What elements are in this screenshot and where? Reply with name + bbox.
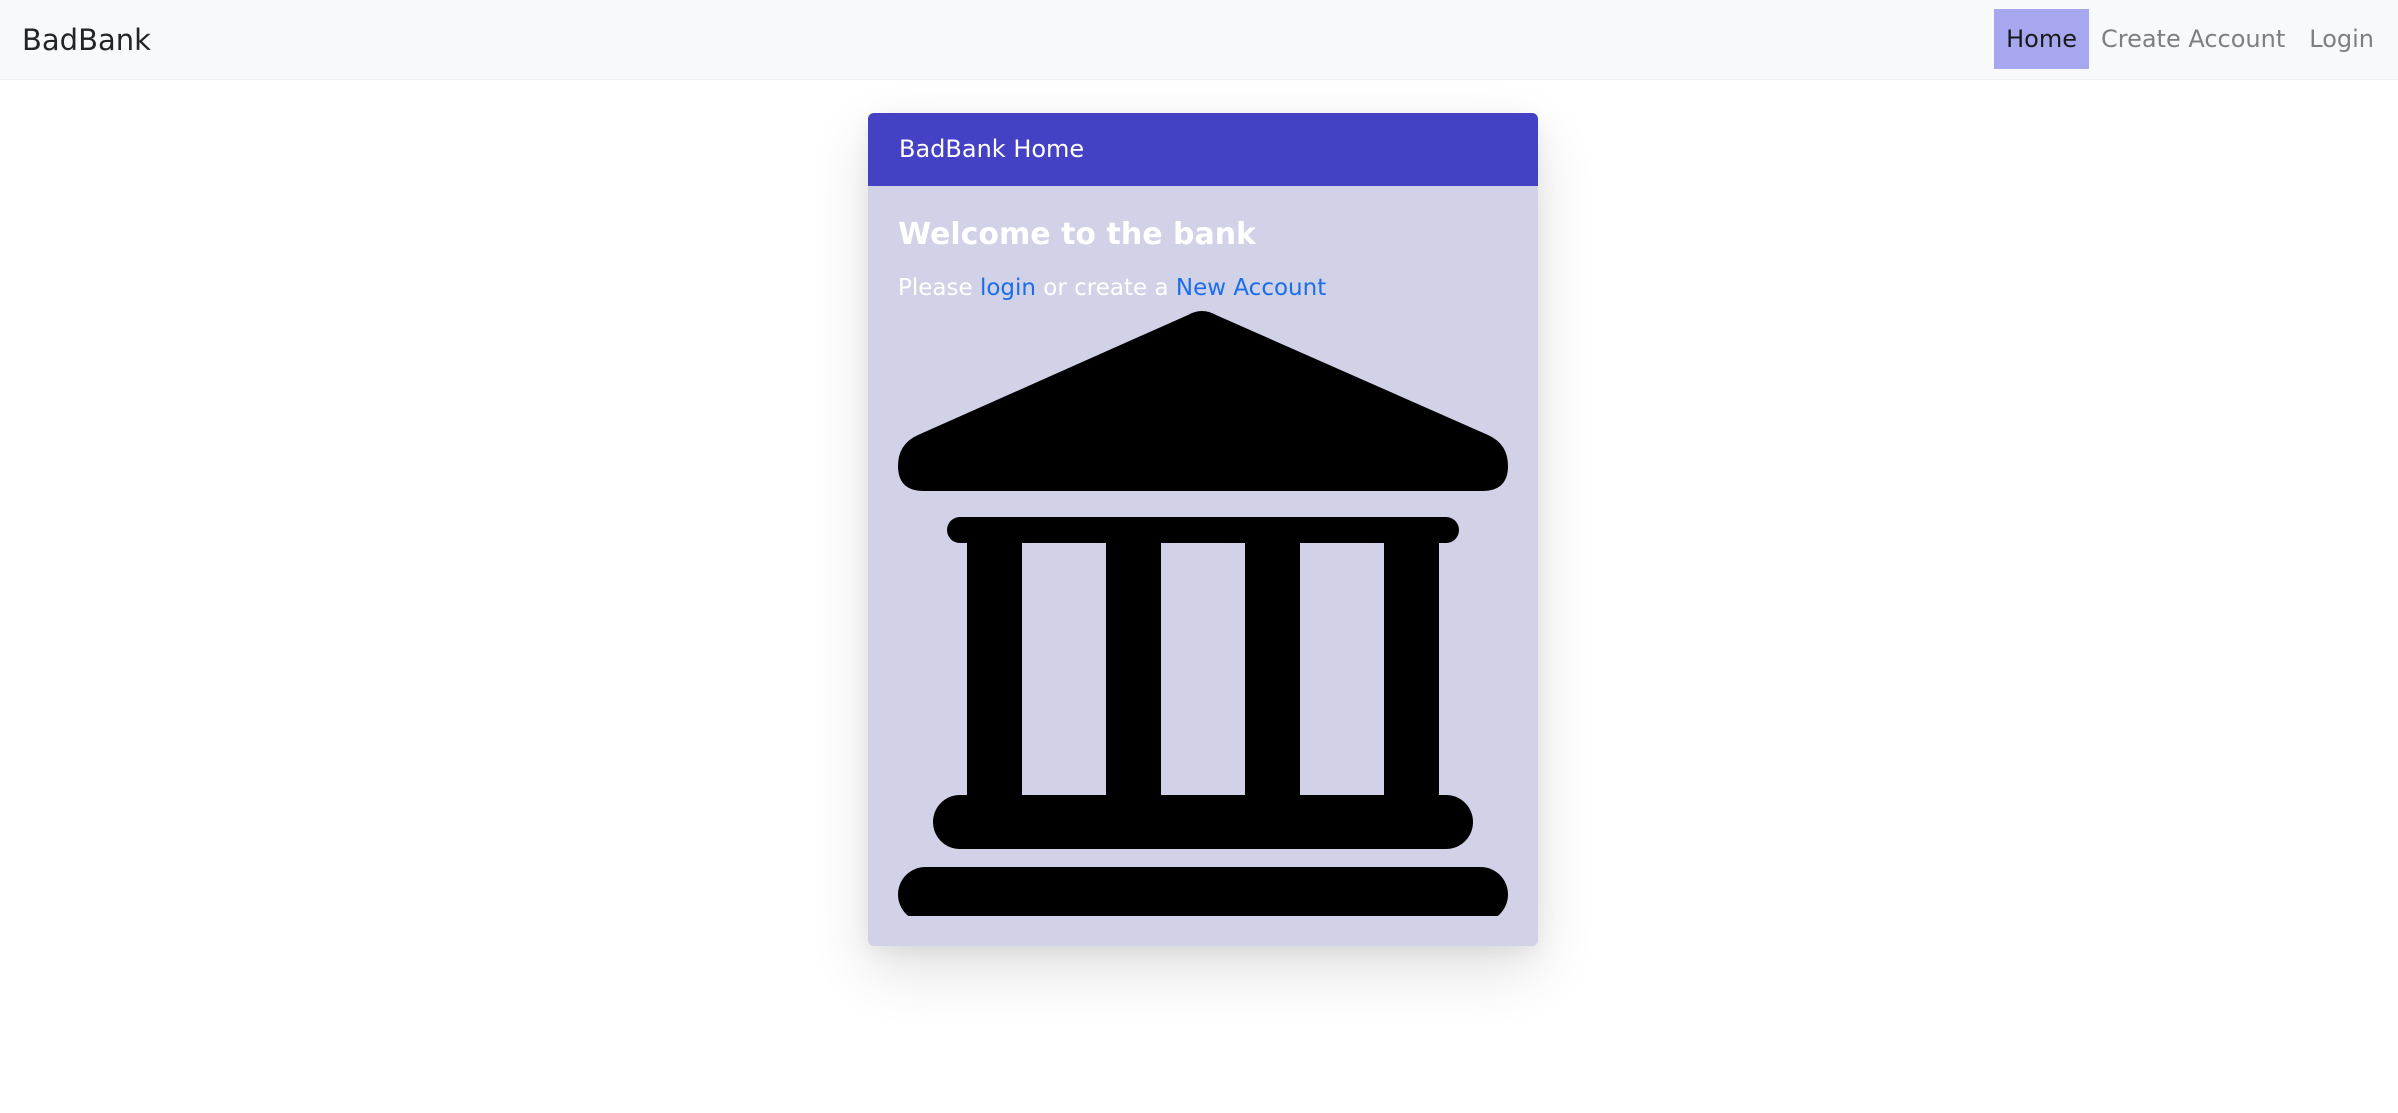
nav-create-account[interactable]: Create Account: [2089, 9, 2297, 69]
nav-home[interactable]: Home: [1994, 9, 2089, 69]
text-middle: or create a: [1035, 275, 1176, 301]
text-prefix: Please: [898, 275, 980, 301]
card-title: Welcome to the bank: [898, 217, 1257, 252]
nav-login[interactable]: Login: [2297, 9, 2398, 69]
nav-links: Home Create Account Login: [1994, 9, 2398, 69]
bank-icon: [898, 311, 1508, 916]
card-text: Please login or create a New Account: [898, 273, 1326, 303]
card-header: BadBank Home: [868, 113, 1538, 186]
navbar: BadBank Home Create Account Login: [0, 0, 2398, 80]
brand-link[interactable]: BadBank: [22, 21, 151, 59]
home-card: BadBank Home Welcome to the bank Please …: [868, 113, 1538, 946]
login-link[interactable]: login: [980, 275, 1036, 301]
new-account-link[interactable]: New Account: [1176, 275, 1326, 301]
